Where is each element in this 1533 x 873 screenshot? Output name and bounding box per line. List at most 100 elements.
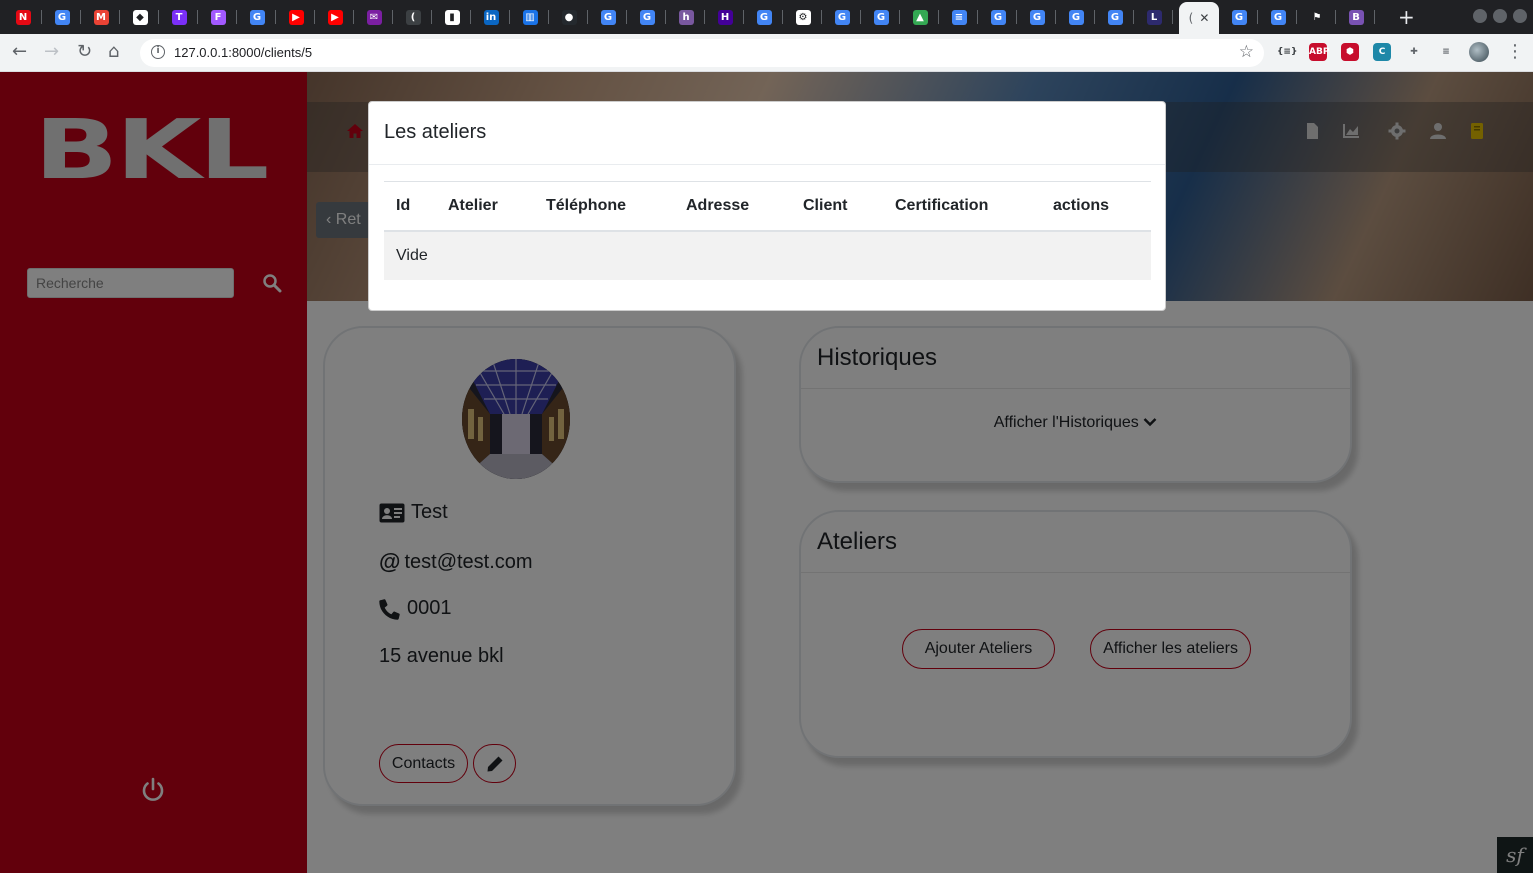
google-icon: G: [54, 9, 70, 25]
browser-tab[interactable]: ✉: [355, 4, 393, 30]
profile-avatar[interactable]: [1469, 42, 1489, 62]
lunar-icon: L: [1146, 9, 1162, 25]
browser-tab[interactable]: M: [82, 4, 120, 30]
tab-separator: [1296, 10, 1297, 24]
close-window-button[interactable]: [1513, 9, 1527, 23]
maximize-window-button[interactable]: [1493, 9, 1507, 23]
tab-separator: [1172, 10, 1173, 24]
browser-tab[interactable]: N: [4, 4, 42, 30]
tab-separator: [821, 10, 822, 24]
new-tab-button[interactable]: +: [1398, 5, 1415, 29]
diamond-icon: ◆: [132, 9, 148, 25]
column-header: Téléphone: [534, 181, 674, 232]
browser-tab[interactable]: (: [394, 4, 432, 30]
browser-tab[interactable]: ▶: [316, 4, 354, 30]
browser-tab[interactable]: h: [667, 4, 705, 30]
browser-tab[interactable]: G: [1259, 4, 1297, 30]
tab-separator: [119, 10, 120, 24]
browser-tab[interactable]: in: [472, 4, 510, 30]
browser-tab[interactable]: L: [1135, 4, 1173, 30]
tab-separator: [509, 10, 510, 24]
youtube-icon: ▶: [288, 9, 304, 25]
browser-tab[interactable]: G: [745, 4, 783, 30]
minimize-window-button[interactable]: [1473, 9, 1487, 23]
address-url[interactable]: 127.0.0.1:8000/clients/5: [174, 45, 312, 60]
google-icon: G: [600, 9, 616, 25]
ublock-icon[interactable]: ⬢: [1341, 43, 1359, 61]
tab-separator: [275, 10, 276, 24]
browser-tab[interactable]: ◆: [121, 4, 159, 30]
tab-separator: [392, 10, 393, 24]
ateliers-modal: Les ateliers Id Atelier Téléphone Adress…: [368, 101, 1166, 311]
tab-separator: [938, 10, 939, 24]
modal-divider: [369, 164, 1165, 165]
tab-separator: [1094, 10, 1095, 24]
forward-arrow-icon[interactable]: →: [44, 42, 59, 62]
close-tab-icon[interactable]: ✕: [1199, 11, 1209, 25]
browser-tab[interactable]: ▲: [901, 4, 939, 30]
tab-separator: [236, 10, 237, 24]
browser-tab[interactable]: G: [238, 4, 276, 30]
netflix-icon: N: [15, 9, 31, 25]
browser-tab[interactable]: G: [979, 4, 1017, 30]
figma-icon: F: [210, 9, 226, 25]
home-browser-icon[interactable]: ⌂: [108, 42, 119, 62]
browser-tab[interactable]: F: [199, 4, 237, 30]
browser-tab[interactable]: B: [1337, 4, 1375, 30]
browser-tab[interactable]: G: [43, 4, 81, 30]
browser-tab[interactable]: T: [160, 4, 198, 30]
tab-separator: [314, 10, 315, 24]
tab-separator: [899, 10, 900, 24]
tab-separator: [782, 10, 783, 24]
gmail-icon: M: [93, 9, 109, 25]
browser-tab[interactable]: ▮: [433, 4, 471, 30]
json-viewer-icon[interactable]: {≡}: [1277, 43, 1297, 61]
browser-tab[interactable]: ●: [550, 4, 588, 30]
adblock-icon[interactable]: ABP: [1309, 43, 1329, 61]
tab-separator: [1374, 10, 1375, 24]
tab-separator: [1257, 10, 1258, 24]
browser-tab[interactable]: G: [862, 4, 900, 30]
drive-icon: ▲: [912, 9, 928, 25]
browser-tab-strip: + N G M ◆ T F G ▶ ▶ ✉(▮ in ▥ ● G Gh H G ⚙ G G ▲ ≡ G G G G L(✕ G G ⚑ B: [0, 0, 1533, 34]
browser-tab[interactable]: G: [589, 4, 627, 30]
github-icon: ●: [561, 9, 577, 25]
site-info-icon[interactable]: i: [151, 45, 165, 59]
file-icon: ▮: [444, 9, 460, 25]
browser-tab-active[interactable]: (✕: [1179, 2, 1219, 34]
browser-tab[interactable]: G: [1018, 4, 1056, 30]
tab-separator: [1335, 10, 1336, 24]
page: BKL: [0, 72, 1533, 873]
browser-tab[interactable]: ⚑: [1298, 4, 1336, 30]
tab-separator: [197, 10, 198, 24]
browser-tab[interactable]: G: [1057, 4, 1095, 30]
empty-table-message: Vide: [384, 230, 1151, 280]
youtube-icon: ▶: [327, 9, 343, 25]
browser-tab[interactable]: G: [823, 4, 861, 30]
tab-separator: [665, 10, 666, 24]
tab-separator: [41, 10, 42, 24]
table-header-row: Id Atelier Téléphone Adresse Client Cert…: [384, 181, 1151, 232]
browser-tab[interactable]: ▶: [277, 4, 315, 30]
google-icon: G: [639, 9, 655, 25]
browser-tab[interactable]: ≡: [940, 4, 978, 30]
browser-tab[interactable]: ▥: [511, 4, 549, 30]
back-arrow-icon[interactable]: ←: [12, 42, 27, 62]
tab-separator: [1016, 10, 1017, 24]
bookmark-star-icon[interactable]: ☆: [1239, 42, 1254, 62]
google-icon: G: [756, 9, 772, 25]
column-header: Id: [384, 181, 436, 232]
reload-icon[interactable]: ↻: [77, 42, 92, 62]
browser-tab[interactable]: H: [706, 4, 744, 30]
browser-tab[interactable]: G: [1220, 4, 1258, 30]
tab-separator: [548, 10, 549, 24]
column-header: actions: [1041, 181, 1151, 232]
browser-menu-icon[interactable]: ⋮: [1506, 42, 1524, 62]
browser-tab[interactable]: G: [1096, 4, 1134, 30]
media-queue-icon[interactable]: ≡: [1437, 43, 1455, 61]
puzzle-icon[interactable]: ✚: [1405, 43, 1423, 61]
browser-tab[interactable]: G: [628, 4, 666, 30]
browser-tab[interactable]: ⚙: [784, 4, 822, 30]
address-bar[interactable]: i 127.0.0.1:8000/clients/5 ☆: [140, 39, 1264, 67]
refresh-ext-icon[interactable]: C: [1373, 43, 1391, 61]
